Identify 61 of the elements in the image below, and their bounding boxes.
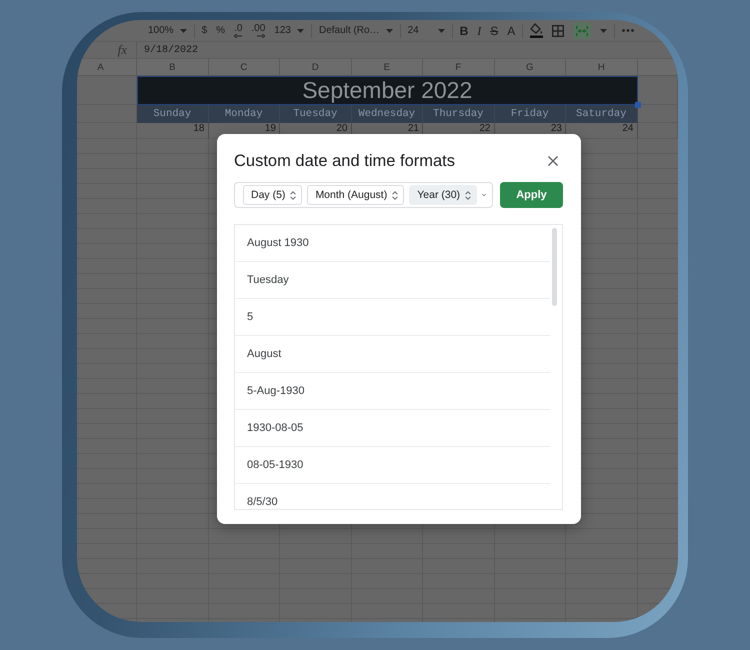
format-part-chip[interactable]: Month (August) (307, 185, 404, 205)
toolbar-button[interactable]: I (477, 24, 482, 38)
formula-label: fx (77, 42, 137, 58)
column-header[interactable]: A (77, 59, 137, 76)
toolbar-dropdown[interactable]: 123 (274, 22, 304, 38)
column-header[interactable]: D (280, 59, 352, 76)
toolbar-button[interactable]: S (490, 24, 498, 38)
weekday-cell: Monday (208, 105, 280, 123)
format-builder-field[interactable]: Day (5) Month (August) Year (30) (234, 182, 493, 208)
chevron-updown-icon (392, 190, 398, 200)
caret-icon (180, 28, 187, 32)
grid-icon[interactable] (552, 24, 564, 36)
weekday-cell: Tuesday (280, 105, 352, 123)
toolbar-dropdown[interactable]: 100% (148, 22, 187, 38)
column-header[interactable]: E (352, 59, 423, 76)
fill-handle[interactable] (634, 102, 640, 108)
toolbar-button[interactable]: B (460, 24, 468, 38)
apply-button[interactable]: Apply (500, 182, 563, 208)
format-option[interactable]: 1930-08-05 (235, 410, 550, 447)
weekday-cell: Wednesday (352, 105, 423, 123)
column-header[interactable]: H (566, 59, 638, 76)
toolbar-button[interactable]: A (507, 24, 516, 38)
weekday-cell: Saturday (566, 105, 638, 123)
format-part-chip[interactable]: Day (5) (243, 185, 302, 205)
column-header[interactable]: G (494, 59, 566, 76)
scrollbar-thumb[interactable] (552, 228, 557, 306)
format-part-chip[interactable]: Year (30) (409, 185, 478, 205)
arrow-left-icon (234, 34, 242, 38)
paint-bucket-icon[interactable] (530, 23, 544, 38)
format-option[interactable]: 5 (235, 299, 550, 336)
column-header[interactable]: F (423, 59, 494, 76)
chevron-updown-icon (290, 190, 296, 200)
format-option[interactable]: 8/5/30 (235, 484, 550, 509)
weekday-cell: Friday (494, 105, 566, 123)
weekday-cell: Thursday (423, 105, 494, 123)
format-option[interactable]: 08-05-1930 (235, 447, 550, 484)
caret-icon (386, 28, 393, 32)
format-option[interactable]: August (235, 336, 550, 373)
caret-icon[interactable] (600, 28, 608, 32)
format-option[interactable]: August 1930 (235, 225, 550, 262)
toolbar-button[interactable]: % (216, 24, 226, 38)
font-size-field[interactable]: 24 (408, 22, 445, 38)
toolbar-dropdown[interactable]: Default (Ro… (318, 22, 393, 38)
dialog-title: Custom date and time formats (234, 151, 456, 171)
merge-icon (576, 26, 588, 36)
caret-icon (296, 28, 304, 32)
weekday-cell: Sunday (137, 105, 208, 123)
chevron-updown-icon (465, 190, 472, 200)
format-option[interactable]: Tuesday (235, 262, 550, 299)
format-option[interactable]: 5-Aug-1930 (235, 373, 550, 410)
merge-button[interactable] (573, 22, 592, 39)
more-icon[interactable] (622, 29, 634, 32)
decimal-button[interactable]: .0 (234, 24, 242, 38)
caret-icon (438, 28, 445, 32)
column-header[interactable]: B (137, 59, 208, 76)
decimal-button[interactable]: .00 (251, 24, 266, 38)
arrow-right-icon (257, 34, 266, 38)
formula-input[interactable]: 9/18/2022 (137, 44, 198, 56)
column-header[interactable]: C (208, 59, 280, 76)
toolbar-button[interactable]: $ (202, 24, 208, 38)
close-icon[interactable] (548, 156, 558, 166)
